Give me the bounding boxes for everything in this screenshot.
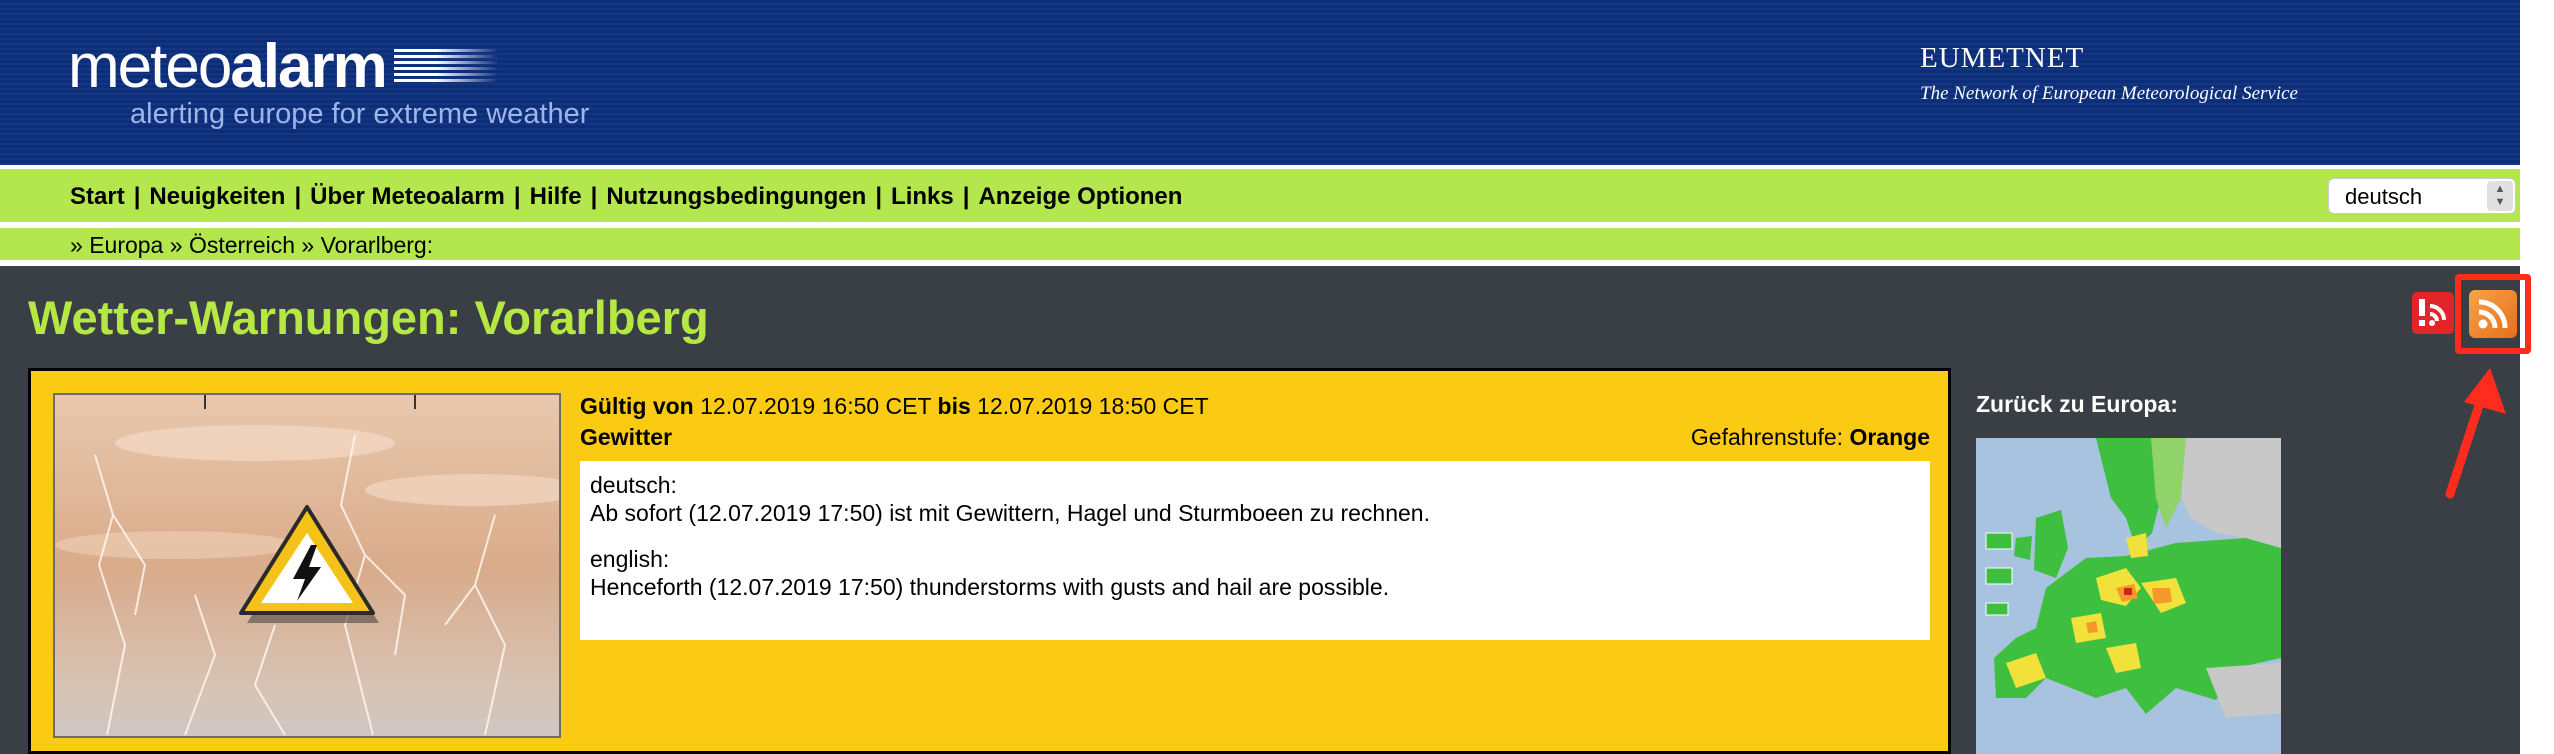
- nav-separator: |: [513, 183, 521, 210]
- site-header: meteo alarm alerting europe for extreme w…: [0, 0, 2520, 165]
- valid-to-value: 12.07.2019 18:50 CET: [977, 393, 1209, 419]
- nav-about[interactable]: Über Meteoalarm: [310, 183, 505, 210]
- logo-stripes: [393, 49, 499, 85]
- danger-level-label: Gefahrenstufe:: [1690, 424, 1844, 450]
- danger-level-value: Orange: [1849, 424, 1930, 450]
- europe-map-thumbnail[interactable]: [1976, 438, 2281, 754]
- warning-text: Ab sofort (12.07.2019 17:50) ist mit Gew…: [590, 500, 1430, 526]
- nav-separator: |: [294, 183, 302, 210]
- nav-terms[interactable]: Nutzungsbedingungen: [606, 183, 866, 210]
- hazard-type: Gewitter: [580, 424, 673, 450]
- warning-lang-label: deutsch:: [590, 472, 677, 498]
- logo-tagline: alerting europe for extreme weather: [130, 98, 590, 130]
- nav-separator: |: [590, 183, 598, 210]
- page-title: Wetter-Warnungen: Vorarlberg: [28, 291, 709, 344]
- alert-feed-icon[interactable]: [2412, 292, 2454, 334]
- logo-text-meteo: meteo: [68, 32, 232, 101]
- eumetnet-logo[interactable]: EUMETNET The Network of European Meteoro…: [1920, 42, 2298, 105]
- warning-text-panel: deutsch: Ab sofort (12.07.2019 17:50) is…: [580, 461, 1930, 640]
- select-arrows-icon: ▲ ▼: [2487, 181, 2513, 211]
- eumetnet-tagline: The Network of European Meteorological S…: [1920, 83, 2298, 104]
- valid-to-label: bis: [937, 393, 971, 419]
- nav-separator: |: [133, 183, 141, 210]
- nav-news[interactable]: Neuigkeiten: [149, 183, 285, 210]
- breadcrumb-arrow: »: [301, 232, 315, 258]
- logo-text-alarm: alarm: [230, 32, 387, 101]
- breadcrumb-austria[interactable]: Österreich: [189, 232, 295, 258]
- nav-help[interactable]: Hilfe: [530, 183, 582, 210]
- nav-separator: |: [875, 183, 883, 210]
- annotation-arrow-icon: [2445, 368, 2506, 499]
- hazard-row: Gewitter Gefahrenstufe: Orange: [580, 424, 1930, 451]
- valid-from-label: Gültig von: [580, 393, 694, 419]
- meteoalarm-logo[interactable]: meteo alarm alerting europe for extreme w…: [68, 32, 589, 131]
- eumetnet-name: EUMETNET: [1920, 42, 2085, 74]
- danger-level: Gefahrenstufe: Orange: [1691, 424, 1930, 451]
- language-selected-value: deutsch: [2345, 184, 2423, 209]
- validity-line: Gültig von 12.07.2019 16:50 CET bis 12.0…: [580, 393, 1930, 420]
- nav-separator: |: [962, 183, 970, 210]
- breadcrumb-current: Vorarlberg:: [320, 232, 434, 258]
- back-to-europe-label: Zurück zu Europa:: [1976, 391, 2178, 417]
- thunderstorm-warning-icon: [53, 393, 561, 738]
- nav-display-options[interactable]: Anzeige Optionen: [978, 183, 1182, 210]
- rss-highlight: [2455, 274, 2531, 354]
- warning-panel: Gültig von 12.07.2019 16:50 CET bis 12.0…: [28, 368, 1951, 754]
- breadcrumb-arrow: »: [70, 232, 83, 258]
- main-navigation: Start | Neuigkeiten | Über Meteoalarm | Hilfe |…: [0, 169, 2520, 225]
- warning-text: Henceforth (12.07.2019 17:50) thundersto…: [590, 574, 1390, 600]
- warning-details: Gültig von 12.07.2019 16:50 CET bis 12.0…: [580, 393, 1930, 640]
- breadcrumb-arrow: »: [169, 232, 183, 258]
- nav-start[interactable]: Start: [70, 183, 125, 210]
- valid-from-value: 12.07.2019 16:50 CET: [700, 393, 932, 419]
- breadcrumb: » Europa » Österreich » Vorarlberg:: [0, 228, 2520, 263]
- rss-feed-icon[interactable]: [2469, 290, 2517, 338]
- warning-lang-label: english:: [590, 546, 670, 572]
- main-content: Wetter-Warnungen: Vorarlberg Gültig von …: [0, 266, 2531, 754]
- breadcrumb-europe[interactable]: Europa: [89, 232, 163, 258]
- nav-links[interactable]: Links: [891, 183, 954, 210]
- language-select[interactable]: deutsch ▲ ▼: [2328, 178, 2516, 214]
